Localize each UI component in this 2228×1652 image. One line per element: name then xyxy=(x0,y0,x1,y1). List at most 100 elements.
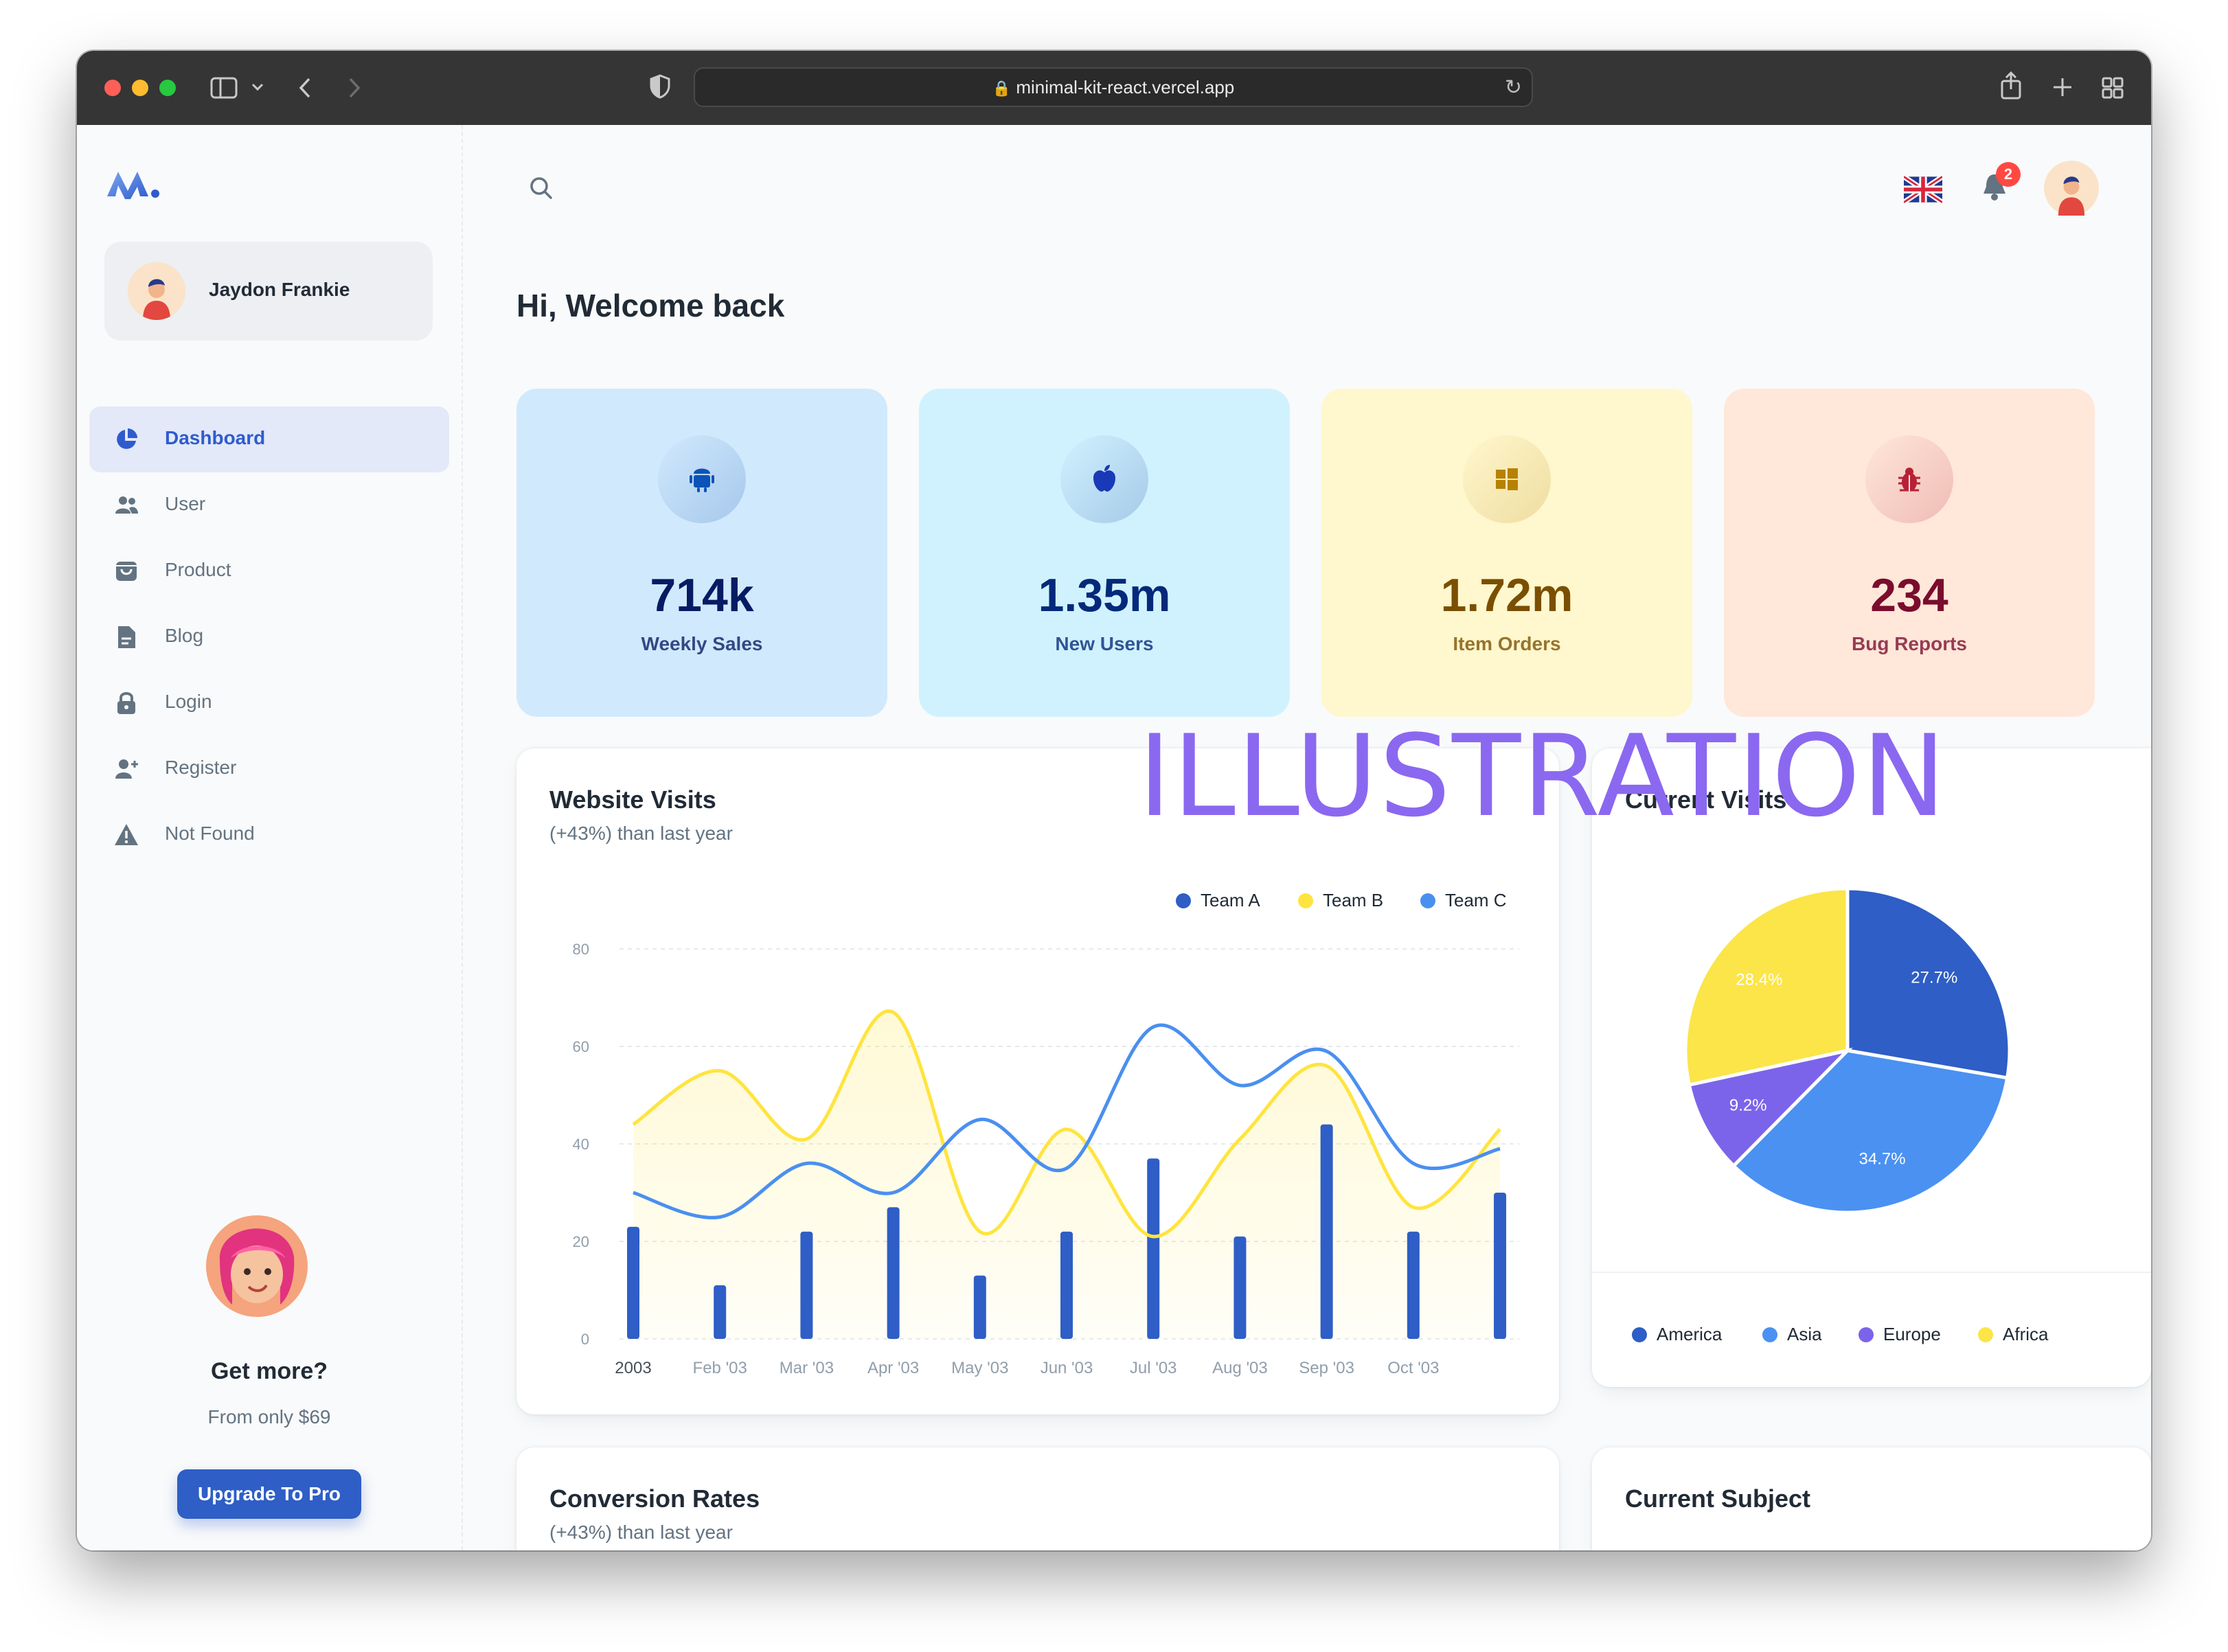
stat-value: 1.35m xyxy=(1038,569,1171,621)
upgrade-button[interactable]: Upgrade To Pro xyxy=(177,1469,361,1519)
search-icon[interactable] xyxy=(527,174,555,202)
legend-dot xyxy=(1978,1327,1993,1342)
sidebar-item-login[interactable]: Login xyxy=(89,670,449,736)
website-visits-chart: 0 20 40 60 80 2003 Feb '03 Mar '03 Apr '03 May '0… xyxy=(573,941,1519,1377)
divider xyxy=(1592,1272,2151,1273)
sidebar-item-blog[interactable]: Blog xyxy=(89,604,449,670)
stat-label: New Users xyxy=(1055,633,1154,654)
avatar[interactable] xyxy=(2044,161,2099,216)
android-icon xyxy=(658,435,746,523)
stat-label: Weekly Sales xyxy=(641,633,763,654)
promo-avatar xyxy=(206,1215,308,1317)
person-add-icon xyxy=(115,759,138,779)
sidebar-toggle-icon[interactable] xyxy=(210,77,238,99)
team-a-bar xyxy=(1234,1236,1247,1339)
pie-data-label: 9.2% xyxy=(1729,1097,1767,1115)
forward-arrow-icon[interactable] xyxy=(348,77,361,99)
legend-item-asia[interactable]: Asia xyxy=(1762,1324,1822,1345)
address-text: 🔒 minimal-kit-react.vercel.app xyxy=(695,77,1532,98)
team-a-bar xyxy=(1320,1124,1333,1339)
x-tick-label: Sep '03 xyxy=(1299,1359,1354,1377)
x-tick-label: Mar '03 xyxy=(780,1359,834,1377)
stat-card-new-users: 1.35m New Users xyxy=(919,389,1290,717)
tab-overview-icon[interactable] xyxy=(2102,77,2124,99)
y-tick-label: 40 xyxy=(573,1136,589,1153)
page-title: Hi, Welcome back xyxy=(516,288,785,323)
current-visits-card: Current Visits 27.7% 34.7% 9.2% 28.4% Ameri… xyxy=(1592,748,2151,1387)
pie-data-label: 34.7% xyxy=(1859,1149,1906,1168)
card-title: Conversion Rates xyxy=(549,1484,760,1513)
sidebar-item-label: User xyxy=(165,493,206,514)
current-subject-card: Current Subject xyxy=(1592,1447,2151,1550)
stat-value: 714k xyxy=(650,569,754,621)
browser-toolbar: 🔒 minimal-kit-react.vercel.app ↻ xyxy=(77,51,2151,125)
team-a-bar xyxy=(627,1226,639,1339)
x-tick-label: Apr '03 xyxy=(867,1359,919,1377)
sidebar-item-product[interactable]: Product xyxy=(89,538,449,604)
team-a-bar xyxy=(887,1207,900,1339)
illustration-watermark: ILLUSTRATION xyxy=(1138,711,1948,842)
lock-icon: 🔒 xyxy=(992,80,1012,97)
legend-item-africa[interactable]: Africa xyxy=(1978,1324,2048,1345)
card-subtitle: (+43%) than last year xyxy=(549,1522,733,1543)
sidebar-item-register[interactable]: Register xyxy=(89,736,449,802)
close-window-button[interactable] xyxy=(104,80,121,96)
shopping-bag-icon xyxy=(116,562,137,581)
uk-flag-icon[interactable] xyxy=(1904,176,1942,203)
sidebar-item-dashboard[interactable]: Dashboard xyxy=(89,406,449,472)
stat-label: Bug Reports xyxy=(1852,633,1967,654)
team-a-bar xyxy=(1407,1231,1420,1339)
url-label: minimal-kit-react.vercel.app xyxy=(1016,77,1235,97)
stat-card-item-orders: 1.72m Item Orders xyxy=(1321,389,1692,717)
legend-item-america[interactable]: America xyxy=(1632,1324,1722,1345)
pie-chart-icon xyxy=(117,428,137,449)
team-a-bar xyxy=(714,1285,727,1339)
x-tick-label: Jun '03 xyxy=(1041,1359,1093,1377)
legend-label: America xyxy=(1657,1324,1723,1344)
website-visits-card: Website Visits (+43%) than last year Tea… xyxy=(516,748,1559,1414)
x-tick-label: 2003 xyxy=(615,1359,651,1377)
legend-dot xyxy=(1858,1327,1874,1342)
logo-icon[interactable] xyxy=(106,166,161,202)
chevron-down-icon[interactable] xyxy=(251,82,264,92)
new-tab-icon[interactable] xyxy=(2052,77,2073,97)
stat-label: Item Orders xyxy=(1453,633,1561,654)
sidebar-item-label: Dashboard xyxy=(165,427,266,448)
app: Jaydon Frankie Dashboard User Product Bl… xyxy=(77,125,2151,1550)
account-card[interactable]: Jaydon Frankie xyxy=(104,242,433,341)
avatar xyxy=(128,262,185,320)
sidebar-item-user[interactable]: User xyxy=(89,472,449,538)
team-a-bar xyxy=(973,1275,986,1339)
shield-icon[interactable] xyxy=(650,74,670,99)
zoom-window-button[interactable] xyxy=(159,80,176,96)
legend-dot xyxy=(1632,1327,1647,1342)
sidebar-item-not-found[interactable]: Not Found xyxy=(89,802,449,868)
sidebar: Jaydon Frankie Dashboard User Product Bl… xyxy=(77,125,463,1550)
card-title: Current Subject xyxy=(1625,1484,1811,1513)
sidebar-item-label: Blog xyxy=(165,625,204,646)
legend-item-europe[interactable]: Europe xyxy=(1858,1324,1941,1345)
sidebar-item-label: Product xyxy=(165,559,231,580)
browser-window: 🔒 minimal-kit-react.vercel.app ↻ Jaydon … xyxy=(77,51,2151,1550)
lock-icon xyxy=(117,692,135,714)
x-tick-label: May '03 xyxy=(951,1359,1008,1377)
legend-label: Africa xyxy=(2003,1324,2049,1344)
stat-card-bug-reports: 234 Bug Reports xyxy=(1724,389,2095,717)
team-a-bar xyxy=(1147,1158,1160,1339)
address-bar[interactable]: 🔒 minimal-kit-react.vercel.app ↻ xyxy=(694,67,1533,107)
alert-triangle-icon xyxy=(115,824,138,845)
y-tick-label: 20 xyxy=(573,1233,589,1250)
team-a-bar xyxy=(1060,1231,1073,1339)
promo-title: Get more? xyxy=(210,1358,328,1384)
share-icon[interactable] xyxy=(2000,71,2022,100)
minimize-window-button[interactable] xyxy=(132,80,148,96)
sidebar-item-label: Register xyxy=(165,757,237,778)
stat-value: 1.72m xyxy=(1440,569,1573,621)
back-arrow-icon[interactable] xyxy=(298,77,312,99)
file-text-icon xyxy=(118,626,135,648)
team-a-bar xyxy=(1494,1193,1507,1339)
reload-icon[interactable]: ↻ xyxy=(1505,76,1522,100)
windows-icon xyxy=(1463,435,1551,523)
y-tick-label: 80 xyxy=(573,941,589,958)
people-icon xyxy=(115,496,138,514)
